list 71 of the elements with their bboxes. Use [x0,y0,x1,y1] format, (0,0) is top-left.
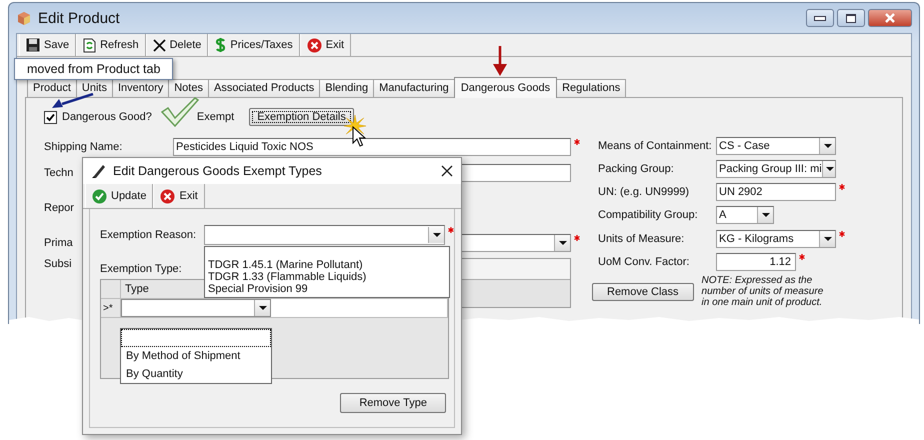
text-field[interactable]: UN 2902 [716,183,836,201]
exemption-details-button[interactable]: Exemption Details [249,108,354,126]
note-text: NOTE: Expressed as the number of units of measure in one main unit of product. [702,275,824,308]
tab[interactable]: Product [27,79,77,97]
dropdown-field[interactable] [204,225,446,245]
dropdown-field[interactable]: A [716,206,774,224]
remove-class-button[interactable]: Remove Class [592,283,694,301]
check-icon [92,188,107,204]
close-icon[interactable] [441,165,453,177]
field-label: Compatibility Group: [598,209,699,221]
field-label: Repor [44,202,74,214]
dialog-title: Edit Dangerous Goods Exempt Types [113,164,322,178]
toolbar-button[interactable]: Refresh [76,34,146,56]
dropdown-option[interactable]: By Quantity [121,365,271,383]
text-field[interactable]: Pesticides Liquid Toxic NOS [173,138,571,156]
tab[interactable]: Associated Products [208,79,320,97]
refresh-icon [83,38,96,52]
tab[interactable]: Regulations [556,79,626,97]
toolbar-button[interactable]: Prices/Taxes [208,34,300,56]
pen-icon [91,163,107,179]
remove-type-button[interactable]: Remove Type [340,393,446,413]
dropdown-option[interactable] [121,329,271,347]
tab[interactable]: Manufacturing [373,79,455,97]
field-label: Techn [44,167,74,179]
tab[interactable]: Notes [168,79,209,97]
field-label: Packing Group: [598,163,675,175]
checkbox[interactable] [44,110,57,124]
toolbar-button[interactable]: Exit [300,34,352,56]
minimize-button[interactable] [806,9,834,27]
number-field[interactable]: 1.12 [716,253,796,271]
dropdown-option[interactable]: TDGR 1.45.1 (Marine Pollutant) [205,259,449,271]
maximize-button[interactable] [837,9,865,27]
dropdown-field[interactable] [121,299,271,317]
field-label: Prima [44,237,73,249]
arrow [493,46,507,76]
close-button[interactable] [868,9,912,27]
field-label: UN: (e.g. UN9999) [598,186,690,198]
window-title: Edit Product [38,10,120,26]
toolbar-button[interactable]: Delete [146,34,208,56]
field-label: Shipping Name: [44,141,122,153]
field-label: Subsi [44,258,72,270]
tab[interactable]: Inventory [112,79,170,97]
dropdown-field[interactable]: Packing Group III: mi [716,160,836,178]
toolbar-button[interactable]: Exit [153,184,205,208]
exit-icon [160,188,176,204]
cursor-icon [352,126,366,148]
field-label: Exemption Type: [100,263,183,275]
toolbar-button[interactable]: Update [85,184,154,208]
box-icon [16,10,32,26]
exit-icon [306,38,322,52]
dropdown-option[interactable]: By Method of Shipment [121,347,271,365]
tab[interactable]: Dangerous Goods [454,77,558,98]
field-label: UoM Conv. Factor: [598,256,690,268]
dropdown-option[interactable]: TDGR 1.33 (Flammable Liquids) [205,271,449,283]
dropdown-field[interactable]: CS - Case [716,137,836,155]
delete-icon [152,38,166,52]
dropdown-field[interactable]: KG - Kilograms [716,230,836,248]
dollar-icon [215,37,226,53]
field-label: Means of Containment: [598,140,713,152]
starburst-icon [344,115,366,137]
field-label: Exemption Reason: [100,229,197,241]
save-icon [26,38,40,52]
toolbar-button[interactable]: Save [19,34,76,56]
close-icon [884,13,896,23]
field-label: Units of Measure: [598,233,686,245]
checkbox-label: Dangerous Good? [62,111,152,123]
checkbox-label: Exempt [196,111,234,123]
arrow [52,93,94,109]
callout-tooltip: moved from Product tab [14,58,174,80]
tab[interactable]: Blending [319,79,374,97]
grid-cell[interactable] [271,299,448,317]
